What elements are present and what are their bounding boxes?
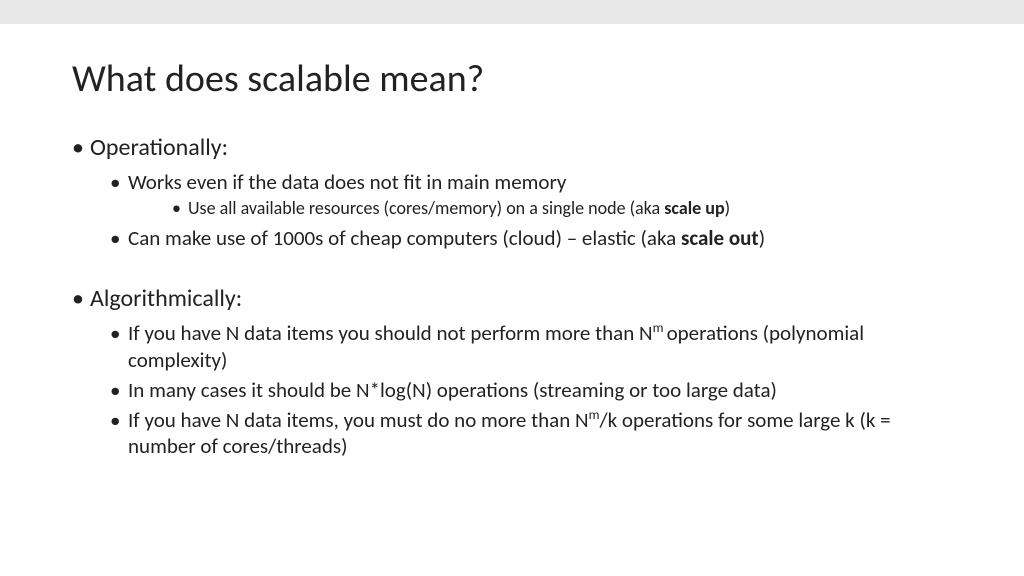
bullet-item: In many cases it should be N*log(N) oper… <box>90 377 952 403</box>
bullet-item: If you have N data items, you must do no… <box>90 407 952 460</box>
bullet-item: If you have N data items you should not … <box>90 320 952 373</box>
section-operationally: Operationally: Works even if the data do… <box>72 132 952 251</box>
bullet-text: Works even if the data does not fit in m… <box>128 169 566 195</box>
section-algorithmically: Algorithmically: If you have N data item… <box>72 283 952 459</box>
bullet-text: If you have N data items, you must do no… <box>128 407 589 433</box>
bold-text: scale up <box>664 197 724 219</box>
bullet-text: In many cases it should be N*log(N) oper… <box>128 377 777 403</box>
bullet-text: If you have N data items you should not … <box>128 320 653 346</box>
bullet-list: Operationally: Works even if the data do… <box>72 132 952 251</box>
slide-content: What does scalable mean? Operationally: … <box>0 24 1024 488</box>
slide-title: What does scalable mean? <box>72 56 952 102</box>
top-bar <box>0 0 1024 24</box>
bullet-item: Works even if the data does not fit in m… <box>90 169 952 221</box>
bullet-text: Can make use of 1000s of cheap computers… <box>128 225 681 251</box>
bullet-list: Algorithmically: If you have N data item… <box>72 283 952 459</box>
superscript: m <box>653 319 667 336</box>
bullet-item: Can make use of 1000s of cheap computers… <box>90 225 952 251</box>
bullet-item: Use all available resources (cores/memor… <box>128 197 952 220</box>
section-heading: Algorithmically: <box>90 284 242 313</box>
bullet-text: ) <box>759 225 765 251</box>
bullet-text: ) <box>725 197 730 219</box>
superscript: m <box>589 406 600 423</box>
section-heading: Operationally: <box>90 133 228 162</box>
bullet-text: Use all available resources (cores/memor… <box>188 197 664 219</box>
bold-text: scale out <box>681 225 759 251</box>
